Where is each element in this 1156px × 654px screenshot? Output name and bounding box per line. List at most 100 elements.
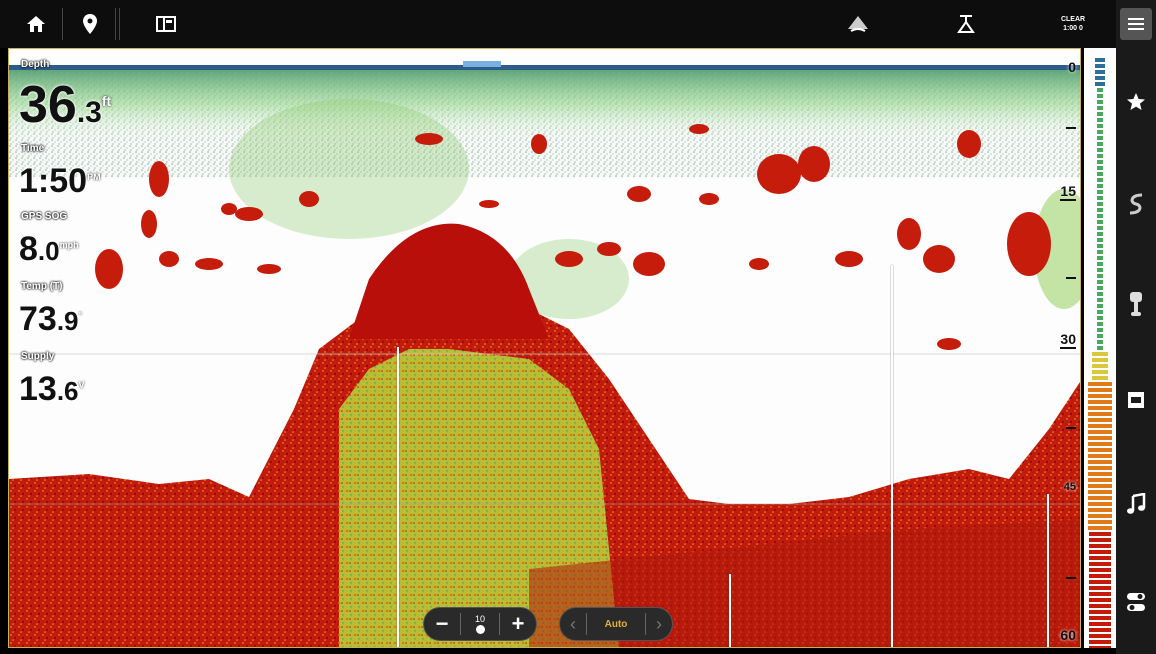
time-label: Time — [21, 143, 45, 154]
a-scope-bar — [1097, 208, 1103, 212]
minor-tick — [1066, 577, 1076, 579]
depth-tick-60: 60 — [1060, 627, 1076, 643]
a-scope-bar — [1088, 412, 1112, 416]
a-scope-bar — [1089, 628, 1111, 632]
a-scope-bar — [1088, 388, 1112, 392]
mode-control: ‹ Auto › — [559, 607, 673, 641]
mode-label: Auto — [604, 618, 628, 630]
fish-arch — [141, 210, 157, 238]
a-scope-bar — [1088, 466, 1112, 470]
a-scope-bar — [1097, 88, 1103, 92]
a-scope-bar — [1089, 634, 1111, 638]
a-scope-bar — [1097, 178, 1103, 182]
a-scope-bar — [1097, 184, 1103, 188]
divider — [62, 8, 63, 40]
fish-arch — [627, 186, 651, 202]
a-scope-bar — [1089, 568, 1111, 572]
a-scope-bar — [1089, 556, 1111, 560]
a-scope-bar — [1089, 622, 1111, 626]
sonar-chart-icon[interactable] — [1120, 188, 1152, 220]
a-scope-bar — [1097, 202, 1103, 206]
a-scope-bar — [1088, 442, 1112, 446]
a-scope-bar — [1088, 520, 1112, 524]
a-scope-bar — [1097, 130, 1103, 134]
a-scope-graph — [1084, 48, 1116, 648]
zoom-in-button[interactable]: + — [500, 611, 536, 637]
fish-arch — [689, 124, 709, 134]
a-scope-bar — [1088, 490, 1112, 494]
fish-arch — [159, 251, 179, 267]
fish-arch — [415, 133, 443, 145]
home-icon[interactable] — [22, 10, 50, 38]
a-scope-bar — [1097, 292, 1103, 296]
time-int: 1:50 — [19, 162, 88, 200]
mode-prev-button[interactable]: ‹ — [560, 614, 586, 635]
minor-tick — [1066, 277, 1076, 279]
a-scope-bar — [1097, 238, 1103, 242]
fish-arch — [633, 252, 665, 276]
time-unit: PM — [87, 172, 101, 182]
speed-dec: .0 — [37, 236, 60, 266]
map-pin-icon[interactable] — [76, 10, 104, 38]
a-scope-bar — [1088, 508, 1112, 512]
a-scope-bar — [1092, 358, 1108, 362]
a-scope-bar — [1097, 280, 1103, 284]
status-line-1: CLEAR — [1060, 16, 1086, 23]
speed-int: 8 — [19, 230, 38, 268]
data-box-icon[interactable] — [1120, 384, 1152, 416]
fish-arch — [749, 258, 769, 270]
fish-arch — [897, 218, 921, 250]
a-scope-bar — [1097, 286, 1103, 290]
status-readout: CLEAR 1:00 0 — [1048, 10, 1098, 38]
fish-arch — [957, 130, 981, 158]
trolling-motor-icon[interactable] — [952, 10, 980, 38]
a-scope-bar — [1089, 598, 1111, 602]
music-note-icon[interactable] — [1120, 488, 1152, 520]
fish-arch — [299, 191, 319, 207]
divider — [119, 8, 120, 40]
transducer-icon[interactable] — [844, 10, 872, 38]
depth-tick-30: 30 — [1060, 331, 1076, 349]
a-scope-bar — [1097, 268, 1103, 272]
a-scope-bar — [1088, 406, 1112, 410]
a-scope-bar — [1089, 586, 1111, 590]
a-scope-bar — [1088, 502, 1112, 506]
menu-icon[interactable] — [1120, 8, 1152, 40]
history-marker-line — [397, 347, 399, 647]
fish-arch — [479, 200, 499, 208]
zoom-icon — [475, 625, 485, 634]
temp-unit: ° — [78, 310, 83, 320]
a-scope-bar — [1097, 154, 1103, 158]
fish-arch — [597, 242, 621, 256]
a-scope-bar — [1088, 382, 1112, 386]
speed-unit: mph — [59, 240, 79, 250]
a-scope-bar — [1088, 472, 1112, 476]
a-scope-bar — [1092, 376, 1108, 380]
time-value: 1:50PM — [19, 163, 101, 199]
a-scope-bar — [1089, 550, 1111, 554]
a-scope-bar — [1089, 640, 1111, 644]
trolling-motor-icon[interactable] — [1120, 288, 1152, 320]
temp-value: 73.9° — [19, 301, 82, 339]
a-scope-bar — [1088, 448, 1112, 452]
a-scope-bar — [1097, 124, 1103, 128]
a-scope-bar — [1088, 460, 1112, 464]
a-scope-bar — [1095, 76, 1105, 80]
history-marker-line — [729, 574, 731, 647]
depth-value: 36.3ft — [19, 79, 111, 139]
star-icon[interactable] — [1120, 86, 1152, 118]
a-scope-bar — [1097, 160, 1103, 164]
a-scope-bar — [1092, 352, 1108, 356]
a-scope-bar — [1088, 514, 1112, 518]
a-scope-bar — [1097, 340, 1103, 344]
a-scope-bar — [1097, 220, 1103, 224]
a-scope-bar — [1088, 394, 1112, 398]
mode-next-button[interactable]: › — [646, 614, 672, 635]
depth-int: 36 — [19, 76, 77, 134]
a-scope-bar — [1097, 100, 1103, 104]
toggle-icon[interactable] — [1120, 586, 1152, 618]
supply-unit: V — [78, 380, 85, 390]
sonar-view[interactable]: Depth 36.3ft Time 1:50PM GPS SOG 8.0mph … — [8, 48, 1081, 648]
zoom-out-button[interactable]: − — [424, 611, 460, 637]
split-view-icon[interactable] — [152, 10, 180, 38]
